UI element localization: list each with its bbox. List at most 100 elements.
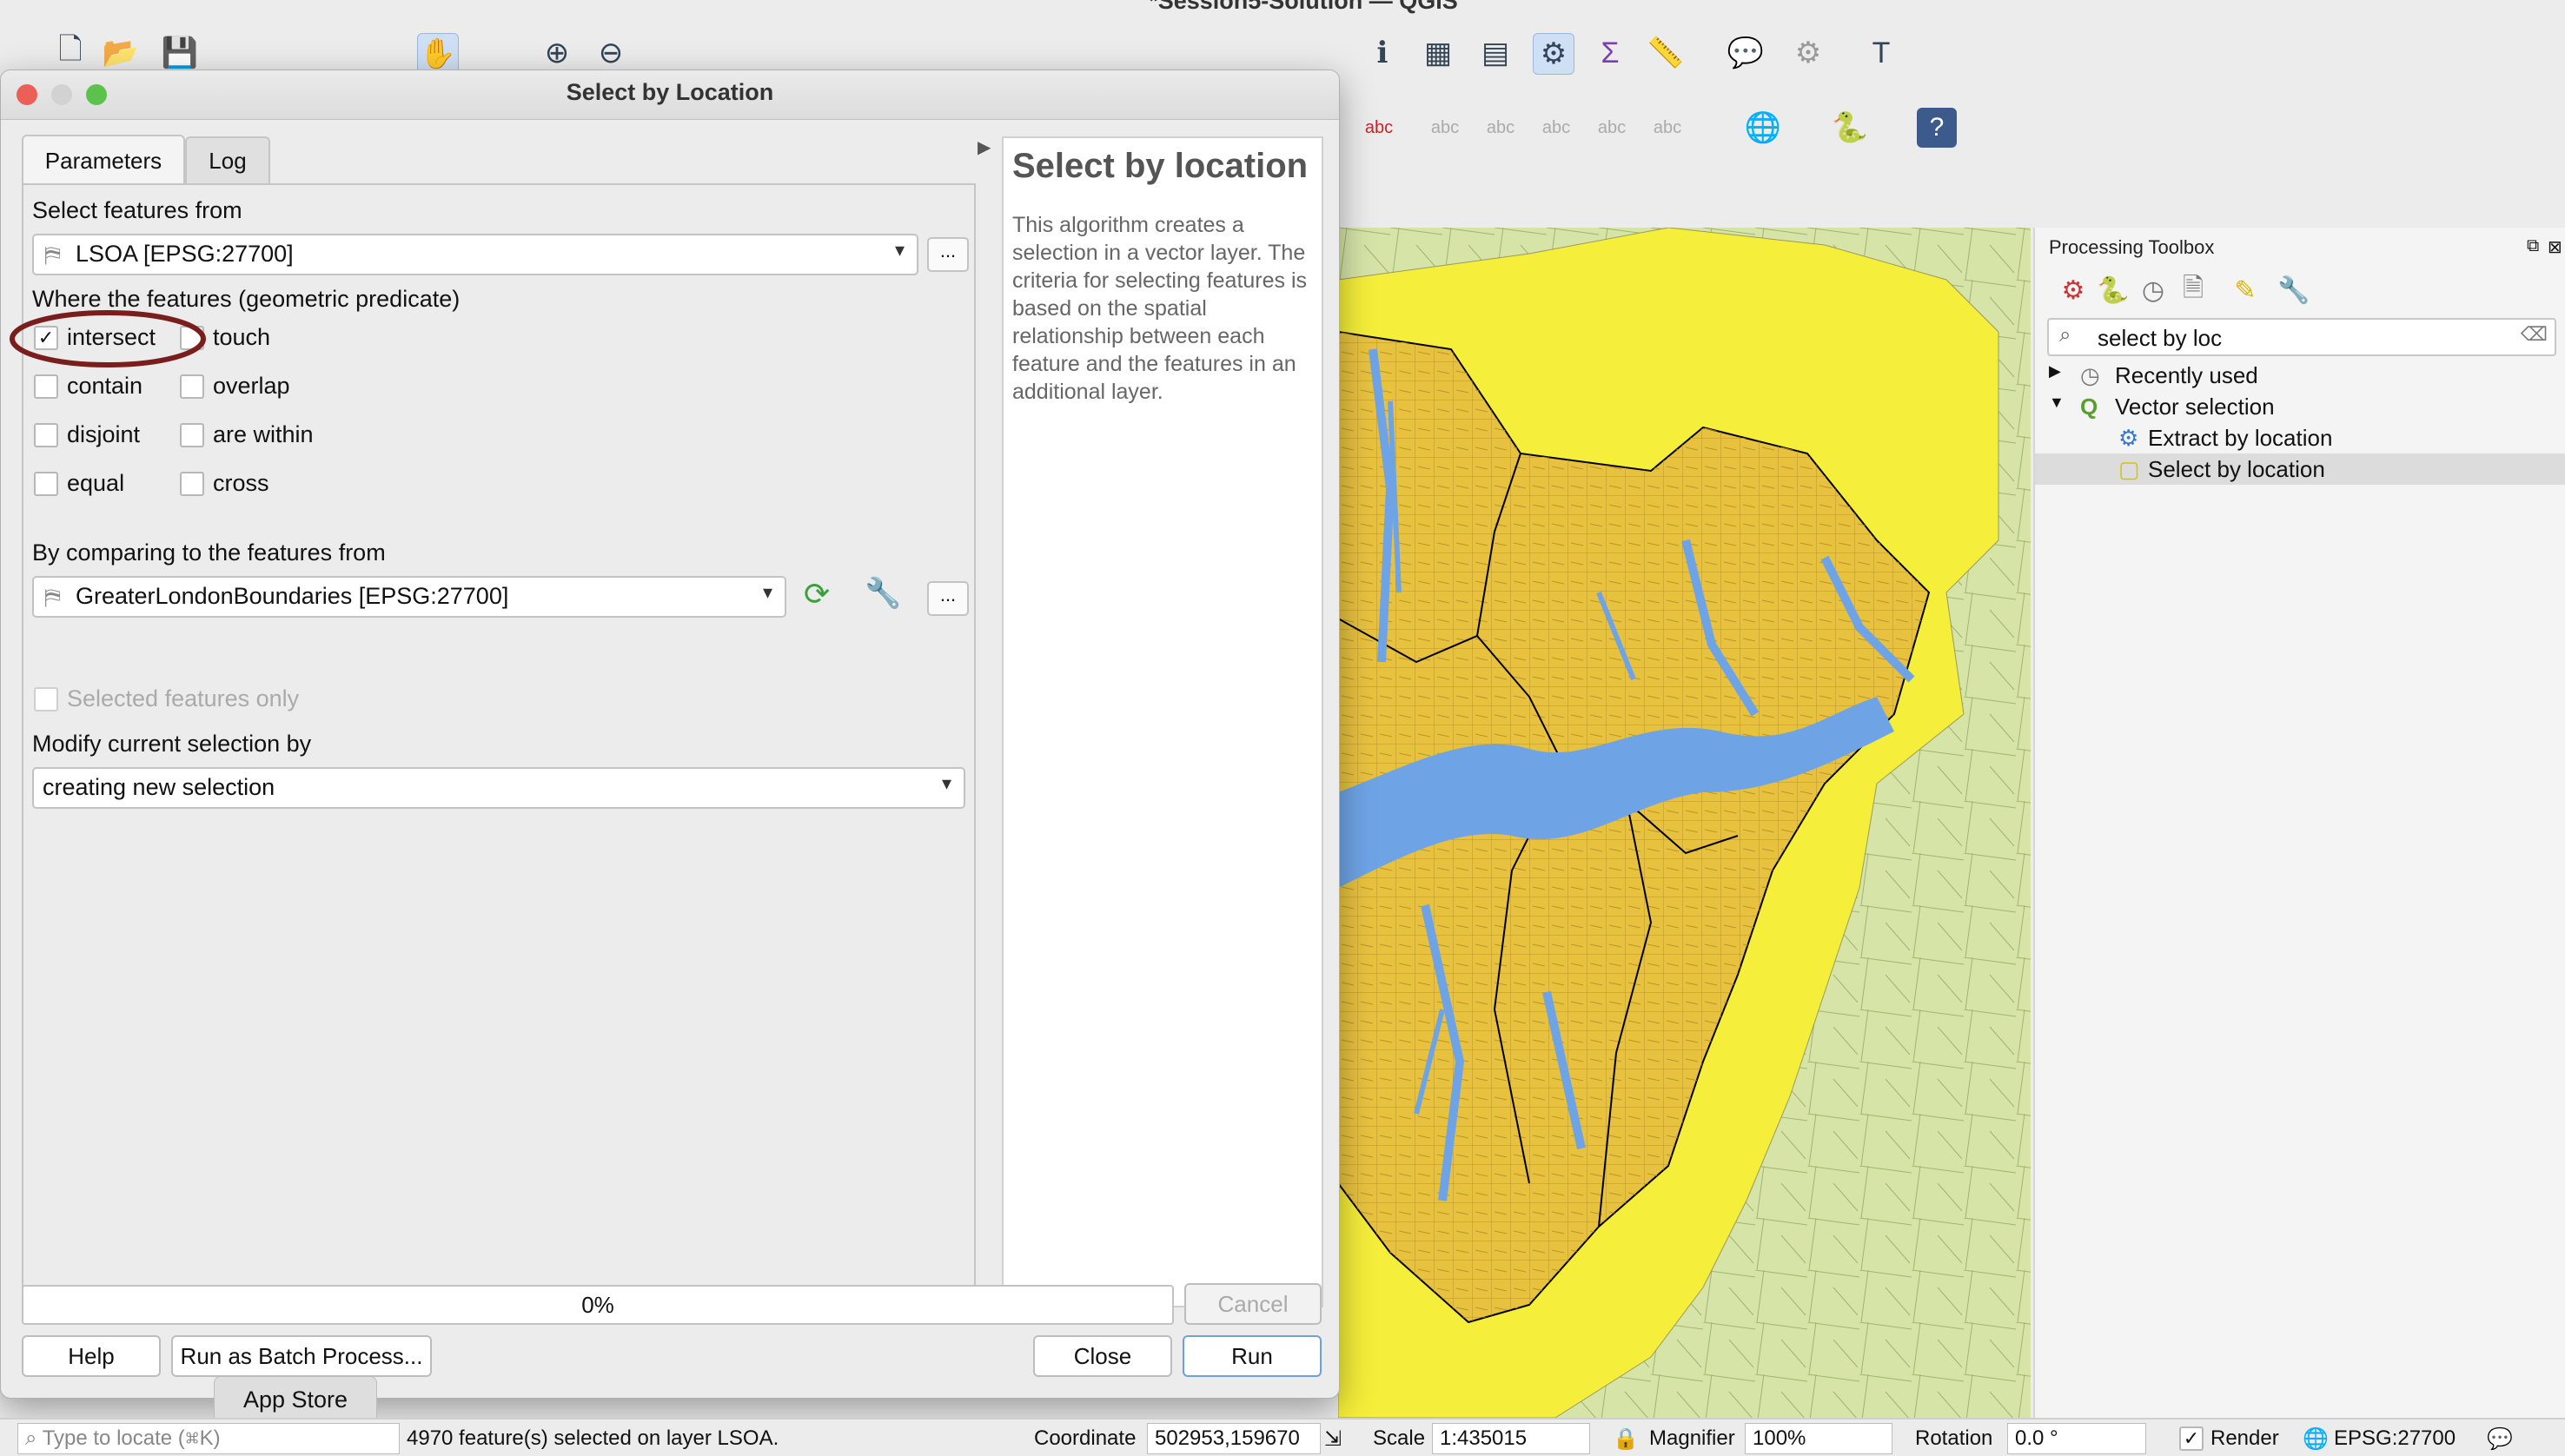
run-as-batch-button[interactable]: Run as Batch Process... [171, 1335, 432, 1377]
map-tips-icon[interactable]: 💬 [1726, 33, 1766, 73]
compare-browse-button[interactable]: ... [927, 581, 969, 616]
help-pane: Select by location This algorithm create… [1002, 136, 1323, 1307]
close-panel-icon[interactable]: ⊠ [2548, 236, 2562, 258]
settings-gear-icon[interactable]: ⚙ [1788, 33, 1828, 73]
contain-checkbox[interactable] [34, 374, 58, 399]
run-button[interactable]: Run [1183, 1335, 1322, 1377]
are-within-checkbox[interactable] [180, 423, 204, 447]
scale-combo[interactable]: 1:435015 [1432, 1423, 1590, 1454]
edit-features-icon[interactable]: ✎ [2228, 273, 2263, 308]
collapse-help-arrow-icon[interactable]: ▶ [978, 136, 991, 158]
tab-log[interactable]: Log [185, 136, 270, 183]
chevron-down-icon: ▾ [762, 581, 772, 603]
magnifier-label: Magnifier [1649, 1426, 1735, 1450]
label-show-icon[interactable]: abc [1481, 108, 1521, 148]
toolbox-search-input[interactable]: ⌕ select by loc ⌫ [2047, 318, 2556, 356]
identify-icon[interactable]: ℹ [1362, 33, 1402, 73]
render-label: Render [2210, 1426, 2279, 1450]
select-from-value: LSOA [EPSG:27700] [76, 241, 294, 267]
locator-input[interactable]: ⌕ Type to locate (⌘K) [17, 1423, 400, 1454]
new-project-icon[interactable]: 🗋 [50, 33, 90, 73]
clock-icon: ◷ [2080, 362, 2100, 388]
chevron-down-icon: ▾ [894, 239, 905, 261]
tree-item-vector-selection[interactable]: ▼ Q Vector selection [2035, 391, 2565, 422]
iterate-icon[interactable]: ⟳ [804, 576, 830, 612]
coordinate-field[interactable]: 502953,159670 [1147, 1423, 1321, 1454]
disjoint-checkbox[interactable] [34, 423, 58, 447]
label-move-icon[interactable]: abc [1536, 108, 1576, 148]
results-viewer-icon[interactable]: 🗎 [2176, 273, 2210, 308]
crs-label[interactable]: EPSG:27700 [2334, 1426, 2456, 1451]
tree-item-select-by-location[interactable]: ▢ Select by location [2035, 453, 2565, 485]
window-title: *Session5-Solution — QGIS [1149, 0, 1458, 14]
wrench-icon[interactable]: 🔧 [865, 576, 901, 611]
label-change-icon[interactable]: abc [1647, 108, 1687, 148]
parameters-panel: Select features from ⛿ LSOA [EPSG:27700]… [10, 183, 976, 1307]
chevron-right-icon[interactable]: ▶ [2049, 362, 2061, 381]
help-question-icon[interactable]: ? [1917, 108, 1957, 148]
tree-item-label: Extract by location [2148, 425, 2333, 451]
rotation-spinbox[interactable]: 0.0 ° [2007, 1423, 2146, 1454]
crs-globe-icon[interactable]: 🌐 [2303, 1426, 2329, 1452]
open-project-icon[interactable]: 📂 [101, 33, 141, 73]
coordinate-label: Coordinate [1034, 1426, 1137, 1450]
selected-only-checkbox[interactable] [34, 687, 58, 711]
processing-toolbox-icon[interactable]: ⚙ [1533, 33, 1574, 75]
zoom-in-icon[interactable]: ⊕ [537, 33, 577, 73]
float-panel-icon[interactable]: ⧉ [2527, 236, 2539, 256]
cross-label: cross [213, 470, 269, 496]
attribute-table-icon[interactable]: ▦ [1418, 33, 1458, 73]
progress-bar: 0% [22, 1285, 1174, 1325]
tree-item-extract-by-location[interactable]: ⚙ Extract by location [2035, 422, 2565, 453]
cross-checkbox[interactable] [180, 472, 204, 496]
magnifier-spinbox[interactable]: 100% [1745, 1423, 1892, 1454]
locator-placeholder: Type to locate (⌘K) [42, 1426, 221, 1450]
help-text: This algorithm creates a selection in a … [1012, 213, 1308, 404]
modify-label: Modify current selection by [32, 731, 312, 757]
field-calculator-icon[interactable]: ▤ [1475, 33, 1515, 73]
history-clock-icon[interactable]: ◷ [2136, 273, 2171, 308]
search-icon: ⌕ [2059, 323, 2071, 347]
status-bar: ⌕ Type to locate (⌘K) 4970 feature(s) se… [0, 1418, 2565, 1456]
label-rotate-icon[interactable]: abc [1592, 108, 1632, 148]
options-wrench-icon[interactable]: 🔧 [2277, 273, 2311, 308]
equal-checkbox[interactable] [34, 472, 58, 496]
close-button[interactable]: Close [1033, 1335, 1172, 1377]
zoom-out-icon[interactable]: ⊖ [591, 33, 631, 73]
help-button[interactable]: Help [22, 1335, 161, 1377]
save-project-icon[interactable]: 💾 [160, 33, 200, 73]
gear-icon: ⚙ [2118, 425, 2139, 451]
text-annotation-icon[interactable]: T [1861, 33, 1901, 73]
equal-label: equal [67, 470, 125, 496]
render-checkbox[interactable]: ✓ [2179, 1426, 2204, 1451]
are-within-label: are within [213, 421, 314, 447]
map-canvas[interactable] [1338, 228, 2031, 1418]
select-by-location-dialog: Select by Location Parameters Log ▶ Sele… [0, 69, 1340, 1399]
lock-scale-icon[interactable]: 🔒 [1613, 1426, 1639, 1452]
statistics-sigma-icon[interactable]: Σ [1590, 33, 1630, 73]
clear-search-icon[interactable]: ⌫ [2521, 323, 2548, 346]
qgis-q-icon: Q [2080, 394, 2098, 420]
pan-hand-icon[interactable]: ✋ [417, 33, 459, 75]
tree-item-recently-used[interactable]: ▶ ◷ Recently used [2035, 360, 2565, 391]
select-from-combo[interactable]: ⛿ LSOA [EPSG:27700] ▾ [32, 234, 918, 275]
overlap-checkbox[interactable] [180, 374, 204, 399]
select-from-browse-button[interactable]: ... [927, 237, 969, 272]
globe-plugin-icon[interactable]: 🌐 [1743, 108, 1783, 148]
cancel-button[interactable]: Cancel [1184, 1283, 1322, 1325]
tab-parameters[interactable]: Parameters [22, 135, 185, 185]
label-abc-icon[interactable]: abc [1359, 108, 1399, 148]
modify-selection-value: creating new selection [43, 774, 275, 800]
modify-selection-combo[interactable]: creating new selection ▾ [32, 767, 965, 809]
measure-ruler-icon[interactable]: 📏 [1646, 33, 1686, 73]
compare-layer-combo[interactable]: ⛿ GreaterLondonBoundaries [EPSG:27700] ▾ [32, 576, 786, 618]
messages-icon[interactable]: 💬 [2487, 1426, 2513, 1452]
dock-tooltip: App Store [214, 1376, 377, 1423]
extents-toggle-icon[interactable]: ⇲ [1324, 1426, 1342, 1452]
models-icon[interactable]: ⚙ [2056, 273, 2091, 308]
label-pin-icon[interactable]: abc [1425, 108, 1465, 148]
toolbox-title: Processing Toolbox [2049, 236, 2215, 258]
python-console-icon[interactable]: 🐍 [1830, 108, 1870, 148]
scripts-python-icon[interactable]: 🐍 [2096, 273, 2131, 308]
chevron-down-icon[interactable]: ▼ [2049, 394, 2065, 412]
